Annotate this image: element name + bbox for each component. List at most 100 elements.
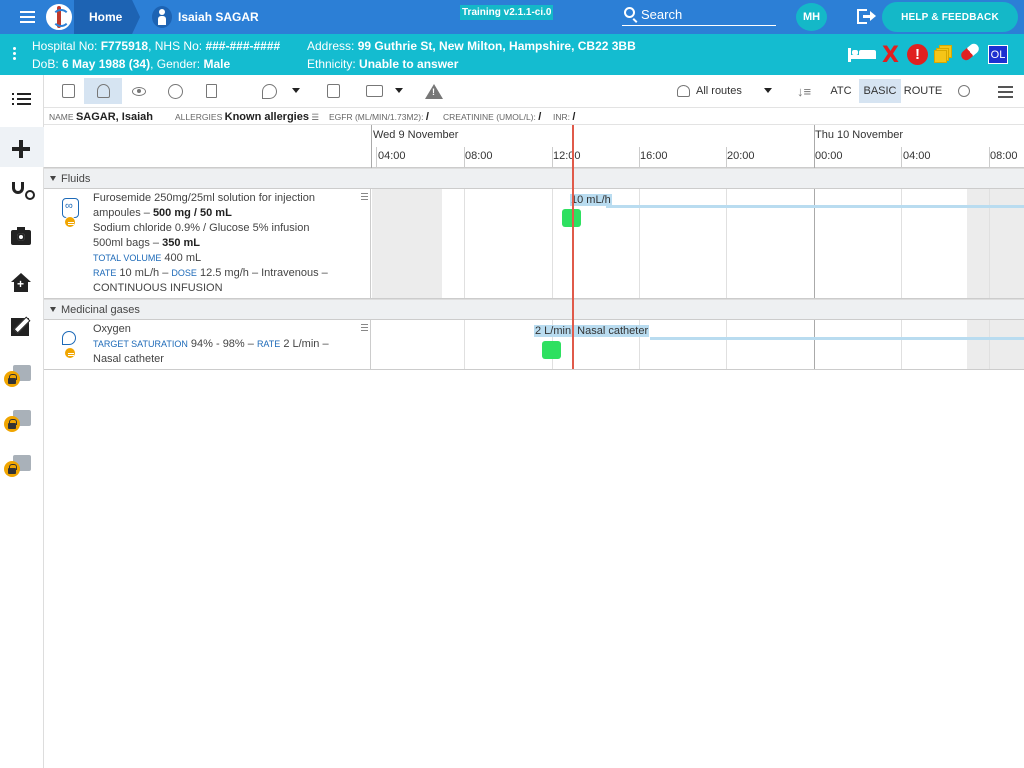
gas-icon xyxy=(62,331,76,345)
infusion-rate-label: 10 mL/h xyxy=(570,194,612,206)
search-field[interactable]: Search xyxy=(622,4,776,26)
alert-icon[interactable]: ! xyxy=(907,44,928,65)
version-badge: Training v2.1.1-ci.0 xyxy=(460,5,554,20)
lock-icon xyxy=(4,371,20,387)
sidebar-item-locked-1[interactable] xyxy=(0,358,44,398)
document-button[interactable] xyxy=(198,78,224,104)
print-button[interactable] xyxy=(361,78,387,104)
group-label: Medicinal gases xyxy=(61,304,140,316)
allergies-menu-icon[interactable]: ☰ xyxy=(311,112,319,122)
chart-view-button[interactable] xyxy=(55,78,81,104)
timeline-grid[interactable]: 2 L/min, Nasal catheter xyxy=(372,320,1024,369)
add-order-set-button[interactable] xyxy=(320,78,346,104)
lock-icon xyxy=(4,416,20,432)
administer-button[interactable] xyxy=(84,78,122,104)
infusion-bag-icon xyxy=(62,198,79,218)
breadcrumb-patient[interactable]: Isaiah SAGAR xyxy=(178,10,259,24)
patient-icon xyxy=(152,6,172,28)
lock-icon xyxy=(4,461,20,477)
current-time-line xyxy=(572,125,574,369)
group-fluids[interactable]: Fluids xyxy=(44,168,1024,189)
banner-ethnicity: Ethnicity: Unable to answer xyxy=(307,57,459,71)
hamburger-menu-icon[interactable] xyxy=(20,11,35,23)
medication-details: Furosemide 250mg/25ml solution for injec… xyxy=(93,192,328,294)
sidebar-item-notes[interactable] xyxy=(0,308,44,348)
document-icon xyxy=(205,84,217,98)
sidebar-item-add[interactable] xyxy=(0,127,44,167)
routes-icon xyxy=(677,85,690,97)
sidebar-item-list[interactable] xyxy=(0,83,44,123)
medical-home-icon xyxy=(11,273,31,293)
add-medication-dropdown-icon[interactable] xyxy=(292,88,300,93)
warnings-button[interactable] xyxy=(421,78,447,104)
group-icon xyxy=(958,85,970,97)
collapse-caret-icon[interactable] xyxy=(50,307,56,312)
add-medication-button[interactable] xyxy=(256,78,282,104)
routes-dropdown-icon[interactable] xyxy=(764,88,772,93)
user-avatar[interactable]: MH xyxy=(796,3,827,31)
banner-more-icon[interactable] xyxy=(13,47,16,62)
print-dropdown-icon[interactable] xyxy=(395,88,403,93)
banner-ids: Hospital No: F775918, NHS No: ###-###-##… xyxy=(32,39,281,53)
hand-drop-icon xyxy=(96,84,110,98)
hand-badge-icon xyxy=(64,347,76,359)
close-x-icon[interactable]: X xyxy=(882,43,899,68)
breadcrumb-home[interactable]: Home xyxy=(74,0,140,34)
plus-icon xyxy=(12,140,30,158)
banner-address: Address: 99 Guthrie St, New Milton, Hamp… xyxy=(307,39,636,53)
edit-note-icon xyxy=(11,318,29,336)
sidebar-item-locked-3[interactable] xyxy=(0,448,44,488)
medication-row-oxygen[interactable]: Oxygen TARGET SATURATION 94% - 98% – RAT… xyxy=(44,320,1024,370)
routes-select[interactable]: All routes xyxy=(696,85,742,97)
day-label: Wed 9 November xyxy=(373,129,459,141)
stethoscope-icon xyxy=(12,182,35,200)
documents-stack-icon[interactable] xyxy=(934,45,954,63)
sidebar-item-locked-2[interactable] xyxy=(0,403,44,443)
hour-label: 08:00 xyxy=(990,150,1018,162)
administration-marker[interactable] xyxy=(542,341,561,359)
bed-icon[interactable] xyxy=(848,46,876,62)
view-basic-button[interactable]: BASIC xyxy=(859,79,901,103)
allergies-value[interactable]: Known allergies xyxy=(225,111,309,123)
view-route-button[interactable]: ROUTE xyxy=(903,79,943,103)
group-toggle-button[interactable] xyxy=(951,78,977,104)
medication-row-fluid[interactable]: Furosemide 250mg/25ml solution for injec… xyxy=(44,189,1024,299)
oxygen-rate-label: 2 L/min, Nasal catheter xyxy=(534,325,650,337)
eye-icon xyxy=(132,86,146,96)
pill-circle-icon xyxy=(167,83,183,99)
omit-button[interactable] xyxy=(162,78,188,104)
app-logo[interactable] xyxy=(44,2,74,32)
hour-label: 20:00 xyxy=(727,150,755,162)
list-icon xyxy=(12,93,31,107)
hour-label: 16:00 xyxy=(640,150,668,162)
search-icon xyxy=(624,7,635,18)
group-medicinal-gases[interactable]: Medicinal gases xyxy=(44,299,1024,320)
help-feedback-button[interactable]: HELP & FEEDBACK xyxy=(882,2,1018,32)
row-menu-icon[interactable] xyxy=(361,324,368,333)
logout-icon[interactable] xyxy=(857,9,876,24)
chart-icon xyxy=(61,84,75,98)
hour-label: 08:00 xyxy=(465,150,493,162)
collapse-caret-icon[interactable] xyxy=(50,176,56,181)
sidebar-item-clinical[interactable] xyxy=(0,174,44,214)
visibility-button[interactable] xyxy=(126,78,152,104)
more-menu-icon[interactable] xyxy=(998,86,1013,101)
patient-name-value: SAGAR, Isaiah xyxy=(75,111,153,123)
ol-badge[interactable]: OL xyxy=(988,45,1008,64)
hour-label: 12:00 xyxy=(553,150,581,162)
view-atc-button[interactable]: ATC xyxy=(826,79,856,103)
sort-icon[interactable]: ↓≡ xyxy=(797,84,811,99)
timeline-header: Wed 9 November Thu 10 November 04:00 08:… xyxy=(44,125,1024,168)
group-label: Fluids xyxy=(61,173,91,185)
sidebar-item-discharge[interactable] xyxy=(0,264,44,304)
sidebar-item-photos[interactable] xyxy=(0,219,44,259)
printer-icon xyxy=(365,85,383,97)
row-menu-icon[interactable] xyxy=(361,193,368,202)
hour-label: 00:00 xyxy=(815,150,843,162)
top-nav-bar: Home Isaiah SAGAR Training v2.1.1-ci.0 S… xyxy=(0,0,1024,34)
timeline-grid[interactable]: 10 mL/h xyxy=(372,189,1024,298)
banner-demographics: DoB: 6 May 1988 (34), Gender: Male xyxy=(32,57,231,71)
chart-toolbar: All routes ↓≡ ATC BASIC ROUTE xyxy=(44,75,1024,108)
day-label: Thu 10 November xyxy=(815,129,904,141)
medication-details: Oxygen TARGET SATURATION 94% - 98% – RAT… xyxy=(93,323,329,365)
